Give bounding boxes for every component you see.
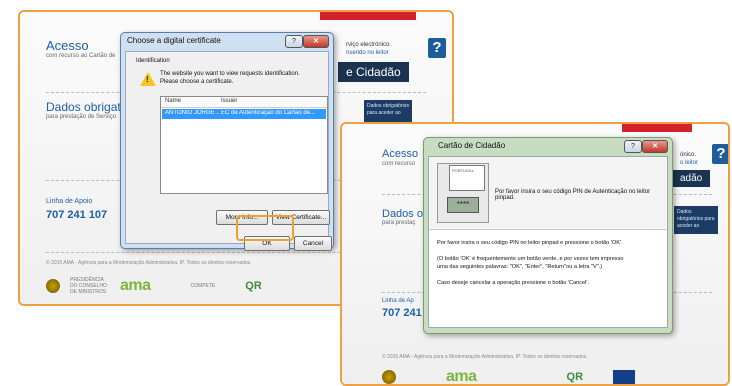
linha-label: Linha de Apoio — [46, 198, 93, 205]
warning-icon-mark: ! — [146, 75, 149, 84]
pin-dialog: Cartão de Cidadão ? ✕ PORTUGAL **** Por … — [423, 137, 673, 334]
seal-icon — [46, 279, 60, 293]
seal-caption: PRESIDÊNCIA DO CONSELHO DE MINISTROS — [70, 277, 107, 295]
dialog-body: Identification ! The website you want to… — [125, 51, 332, 251]
pinpad-icon: **** — [447, 197, 479, 213]
right-text-1: ónico. — [680, 152, 697, 158]
certificate-dialog: Choose a digital certificate ? ✕ Identif… — [120, 32, 334, 251]
acesso-title: Acesso — [46, 38, 89, 53]
dados-title: Dados obrigatc — [46, 100, 127, 114]
dados-subtitle: para prestação de Serviço — [46, 114, 117, 120]
ama-logo: ama — [446, 368, 477, 385]
column-name[interactable]: Name — [165, 98, 181, 104]
cert-name: ANTÓNIO JORGE ... — [165, 110, 219, 116]
red-tab — [622, 124, 692, 132]
instruction-line-1: Por favor insira o seu código PIN no lei… — [437, 240, 623, 246]
help-icon[interactable]: ? — [428, 38, 446, 58]
instruction-line-4: Caso deseje cancelar a operação pression… — [437, 280, 590, 286]
dialog-body: PORTUGAL **** Por favor insira o seu cód… — [428, 156, 668, 328]
cartao-cidadao-button[interactable]: adão — [672, 170, 711, 187]
ama-logo-text: ama — [446, 368, 477, 385]
card-label: PORTUGAL — [452, 168, 474, 173]
instruction-line-2: (O botão 'OK' é frequentemente um botão … — [437, 256, 624, 262]
red-tab — [320, 12, 416, 20]
right-text-2[interactable]: o leitor — [680, 160, 698, 166]
phone-number: 707 241 — [382, 307, 422, 319]
dados-subtitle: para prestaç — [382, 220, 416, 226]
right-text-2[interactable]: nserido no leitor — [346, 50, 389, 56]
ok-highlight — [236, 215, 294, 241]
card-reader-area: PORTUGAL **** Por favor insira o seu cód… — [429, 157, 667, 230]
close-button[interactable]: ✕ — [303, 35, 329, 48]
instruction-line-3: uma das seguintes palavras: "OK", "Enter… — [437, 264, 603, 270]
right-text-1: rviço electrónico. — [346, 42, 392, 48]
qr-logo: QR — [245, 280, 262, 292]
compete-logo: COMPETE — [190, 283, 216, 289]
id-card-icon: PORTUGAL — [449, 165, 485, 191]
certificate-row[interactable]: ANTÓNIO JORGE ... EC de Autenticação do … — [162, 109, 326, 119]
acesso-subtitle: com recurso ao Cartão de — [46, 53, 116, 59]
linha-label: Linha de Ap — [382, 298, 414, 304]
eu-flag-icon — [613, 370, 636, 384]
help-button[interactable]: ? — [285, 35, 303, 48]
dialog-message: The website you want to view requests id… — [160, 71, 300, 85]
certificate-list[interactable]: Name Issuer ANTÓNIO JORGE ... EC de Aute… — [160, 96, 328, 194]
card-message: Por favor insira o seu código PIN de Aut… — [495, 189, 651, 201]
cancel-button[interactable]: Cancel — [294, 236, 332, 251]
close-button[interactable]: ✕ — [642, 140, 668, 153]
logo-row: PRESIDÊNCIA DO CONSELHO DE MINISTROS ama… — [46, 277, 262, 295]
side-note: Dados obrigatórios para aceder ao — [674, 206, 718, 234]
acesso-subtitle: com recurso — [382, 161, 416, 167]
help-icon[interactable]: ? — [712, 144, 728, 164]
logo-row: ama QR — [382, 368, 636, 385]
cert-issuer: EC de Autenticação do Cartão de... — [221, 110, 316, 116]
phone-number: 707 241 107 — [46, 209, 108, 221]
ama-logo-text: ama — [120, 277, 151, 294]
list-header: Name Issuer — [161, 97, 327, 108]
footer-text: © 2015 AMA - Agência para a Modernização… — [46, 260, 252, 266]
footer-text: © 2015 AMA - Agência para a Modernização… — [382, 354, 588, 360]
seal-icon — [382, 370, 396, 384]
qr-logo: QR — [566, 371, 584, 383]
column-issuer[interactable]: Issuer — [221, 98, 237, 104]
identification-label: Identification — [136, 58, 170, 64]
cartao-cidadao-button[interactable]: e Cidadão — [338, 62, 409, 82]
ama-logo: ama — [120, 277, 151, 295]
acesso-title: Acesso — [382, 148, 419, 160]
help-button[interactable]: ? — [624, 140, 642, 153]
